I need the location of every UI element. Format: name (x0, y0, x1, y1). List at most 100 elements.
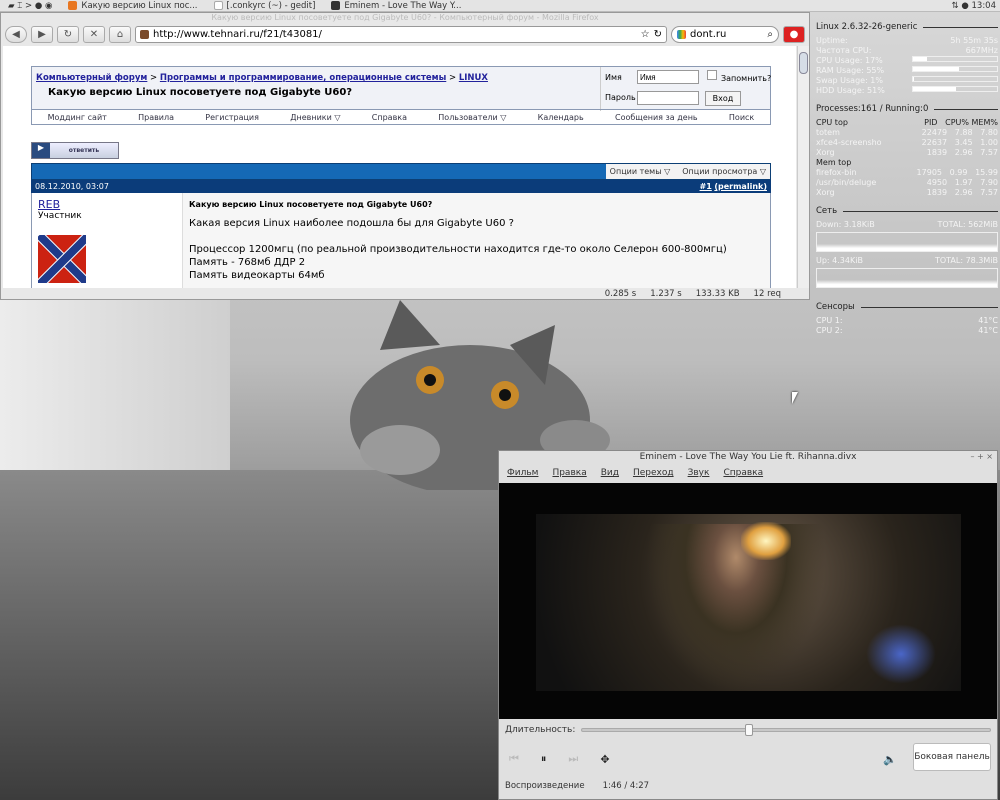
task-gedit[interactable]: [.conkyrc (~) - gedit] (206, 1, 324, 11)
process-name: Xorg (816, 188, 835, 197)
previous-icon[interactable]: ⏮ (509, 752, 519, 766)
scroll-thumb[interactable] (799, 52, 808, 74)
process-row: firefox-bin 17905 0.99 15.99 (816, 168, 998, 178)
home-button[interactable]: ⌂ (109, 26, 131, 43)
process-cpu: 7.88 (954, 128, 973, 137)
process-name: totem (816, 128, 840, 137)
network-icon[interactable]: ⇅ (952, 1, 959, 11)
seek-handle[interactable] (745, 724, 754, 736)
username-input[interactable] (637, 70, 699, 84)
sensor-value: 41°C (978, 316, 998, 325)
fullscreen-icon[interactable]: ✥ (600, 753, 609, 766)
post-line: Память - 768мб ДДР 2 (189, 257, 306, 268)
permalink[interactable]: (permalink) (714, 182, 767, 191)
post-number[interactable]: #1 (700, 182, 712, 191)
up-rate: Up: 4.34KiB (816, 256, 863, 265)
process-name: Xorg (816, 148, 835, 157)
view-options[interactable]: Опции просмотра ▽ (682, 167, 766, 176)
status-requests: 12 req (753, 289, 781, 299)
menu-help[interactable]: Справка (723, 468, 763, 478)
menu-go[interactable]: Переход (633, 468, 674, 478)
uptime-label: Uptime: (816, 36, 848, 45)
process-pid: 1839 (926, 148, 948, 157)
ram-usage-label: RAM Usage: 55% (816, 66, 885, 75)
menu-film[interactable]: Фильм (507, 468, 538, 478)
thread-options[interactable]: Опции темы ▽ (610, 167, 671, 176)
process-row: Xorg 1839 2.96 7.57 (816, 188, 998, 198)
nav-blogs[interactable]: Дневники ▽ (290, 113, 340, 122)
process-name: xfce4-screensho (816, 138, 882, 147)
password-input[interactable] (637, 91, 699, 105)
menu-view[interactable]: Вид (601, 468, 619, 478)
login-button[interactable]: Вход (705, 91, 741, 106)
next-icon[interactable]: ⏭ (568, 752, 578, 766)
nav-calendar[interactable]: Календарь (538, 113, 584, 122)
conky-monitor: Linux 2.6.32-26-generic Uptime: 5h 55m 35… (816, 14, 998, 336)
url-bar[interactable]: http://www.tehnari.ru/f21/t43081/ ☆ ↻ (135, 26, 667, 43)
cpu-usage-bar (912, 56, 998, 62)
firefox-icon (68, 1, 78, 10)
crumb-forum[interactable]: Компьютерный форум (36, 73, 147, 83)
hdd-usage-label: HDD Usage: 51% (816, 86, 885, 95)
processes-heading: Processes:161 / Running:0 (816, 104, 998, 114)
hdd-usage-bar (912, 86, 998, 92)
volume-icon[interactable]: 🔈 (883, 753, 897, 766)
search-icon[interactable]: ⌕ (767, 29, 773, 40)
clock[interactable]: 13:04 (972, 1, 1000, 11)
menu-edit[interactable]: Правка (552, 468, 586, 478)
sensor-label: CPU 1: (816, 316, 843, 325)
task-totem[interactable]: Eminem - Love The Way Y... (323, 1, 469, 11)
stop-button[interactable]: ✕ (83, 26, 105, 43)
reply-label: ответить (68, 147, 100, 154)
window-controls[interactable]: – + × (971, 451, 994, 463)
video-area[interactable] (499, 483, 997, 719)
nav-users[interactable]: Пользователи ▽ (438, 113, 506, 122)
seek-slider[interactable] (581, 724, 991, 736)
nav-register[interactable]: Регистрация (205, 113, 259, 122)
pause-icon[interactable]: ⏸ (541, 752, 547, 766)
drop-icon[interactable]: ● (961, 1, 968, 11)
forward-button[interactable]: ▶ (31, 26, 53, 43)
down-total: TOTAL: 562MiB (937, 220, 999, 229)
seek-label: Длительность: (505, 725, 576, 735)
post-title: Какую версию Linux посоветуете под Gigab… (189, 200, 433, 209)
task-label: Какую версию Linux пос... (81, 0, 198, 11)
window-title: Eminem - Love The Way You Lie ft. Rihann… (499, 451, 997, 463)
swap-usage-bar (912, 76, 998, 82)
vertical-scrollbar[interactable] (797, 46, 809, 288)
crumb-category[interactable]: Программы и программирование, операционн… (160, 73, 446, 83)
search-box[interactable]: dont.ru ⌕ (671, 26, 779, 43)
launcher-icons[interactable]: ▰ ⌶ > ● ◉ (0, 1, 60, 11)
adblock-button[interactable]: ● (783, 26, 805, 43)
process-mem: 1.00 (980, 138, 998, 147)
task-label: [.conkyrc (~) - gedit] (226, 0, 316, 11)
nav-today[interactable]: Сообщения за день (615, 113, 698, 122)
post-body: Какую версию Linux посоветуете под Gigab… (182, 193, 770, 288)
remember-checkbox[interactable] (707, 70, 717, 80)
task-firefox[interactable]: Какую версию Linux пос... (60, 1, 205, 11)
site-favicon (140, 30, 149, 39)
sensor-label: CPU 2: (816, 326, 843, 335)
bookmark-star-icon[interactable]: ☆ (641, 29, 650, 40)
up-graph (816, 268, 998, 288)
playback-time: 1:46 / 4:27 (602, 781, 650, 791)
reload-button[interactable]: ↻ (57, 26, 79, 43)
menu-sound[interactable]: Звук (688, 468, 710, 478)
reply-button[interactable]: ▶ ответить (31, 142, 119, 159)
back-button[interactable]: ◀ (5, 26, 27, 43)
crumb-sep: > (150, 73, 158, 83)
author-avatar[interactable] (38, 235, 86, 283)
nav-modding[interactable]: Моддинг сайт (48, 113, 107, 122)
author-name[interactable]: REB (38, 198, 82, 211)
nav-help[interactable]: Справка (372, 113, 407, 122)
reload-icon[interactable]: ↻ (654, 29, 662, 40)
freq-label: Частота CPU: (816, 46, 872, 55)
nav-search[interactable]: Поиск (729, 113, 754, 122)
nav-rules[interactable]: Правила (138, 113, 174, 122)
crumb-linux[interactable]: LINUX (459, 73, 488, 83)
sidebar-button[interactable]: Боковая панель (913, 743, 991, 771)
forum-header: Компьютерный форум > Программы и програм… (31, 66, 771, 111)
process-name: firefox-bin (816, 168, 857, 177)
process-pid: 1839 (926, 188, 948, 197)
forum-nav: Моддинг сайт Правила Регистрация Дневники ▽… (31, 109, 771, 125)
